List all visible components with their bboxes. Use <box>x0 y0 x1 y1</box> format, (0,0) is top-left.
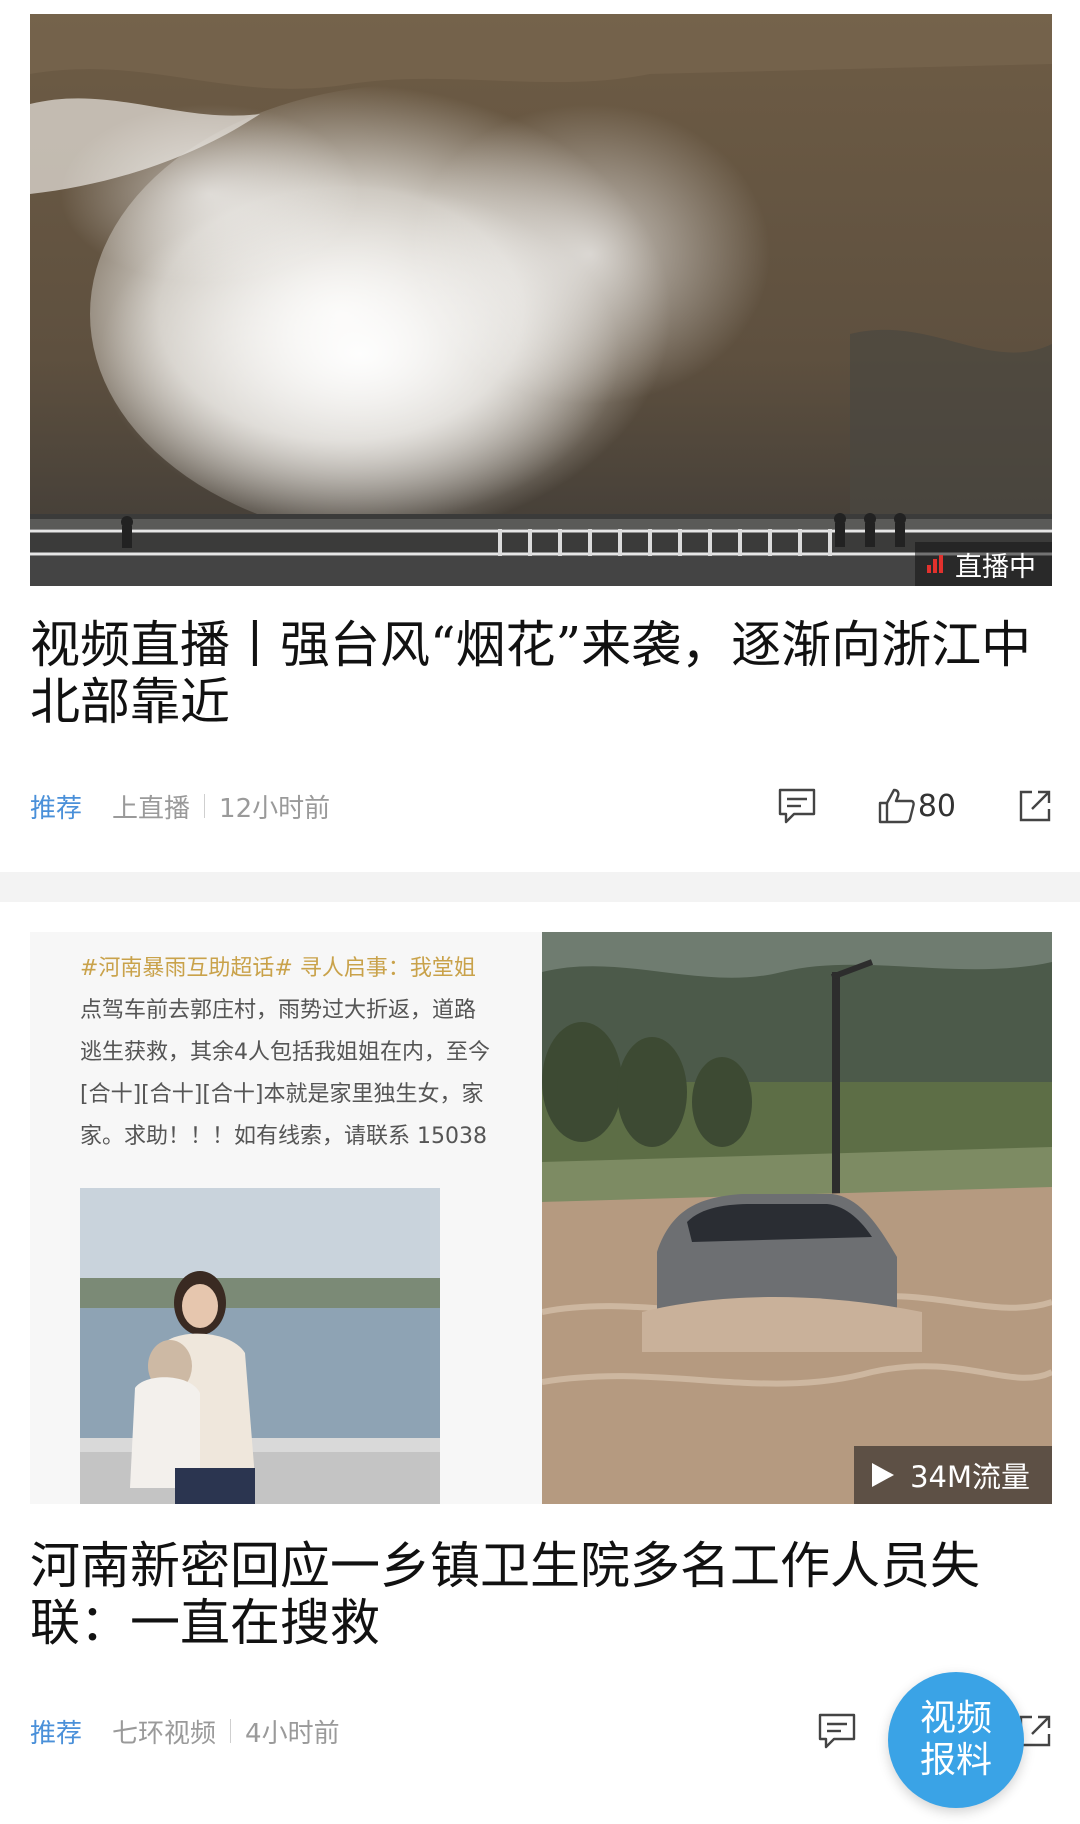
like-icon <box>878 788 915 824</box>
like-count: 80 <box>917 788 956 824</box>
source-name[interactable]: 上直播 <box>112 788 190 825</box>
live-badge: 直播中 <box>915 542 1052 586</box>
video-report-label-line1: 视频 <box>919 1698 992 1739</box>
meta-divider <box>204 794 206 818</box>
comment-icon <box>778 788 816 824</box>
card-separator <box>0 872 1080 902</box>
social-post-screenshot: #河南暴雨互助超话# 寻人启事：我堂姐 点驾车前去郭庄村，雨势过大折返，道路 逃… <box>30 932 542 1504</box>
data-usage-label: 34M流量 <box>910 1460 1030 1494</box>
post-line-4: [合十][合十][合十]本就是家里独生女，家 <box>80 1082 484 1107</box>
share-icon <box>1019 790 1051 822</box>
missing-person-photo <box>80 1188 440 1504</box>
feed-card-1[interactable]: 直播中 视频直播丨强台风“烟花”来袭，逐渐向浙江中北部靠近 推荐 上直播 12小… <box>0 0 1080 872</box>
live-indicator-icon <box>927 555 945 573</box>
play-icon <box>872 1463 895 1487</box>
card-1-actions: 80 <box>778 781 1052 831</box>
post-line-3: 逃生获救，其余4人包括我姐姐在内，至今 <box>80 1040 490 1065</box>
source-name[interactable]: 七环视频 <box>112 1713 216 1750</box>
card-2-video-thumbnail[interactable]: #河南暴雨互助超话# 寻人启事：我堂姐 点驾车前去郭庄村，雨势过大折返，道路 逃… <box>30 932 1052 1504</box>
like-button[interactable]: 80 <box>878 788 956 824</box>
recommend-tag: 推荐 <box>30 793 83 824</box>
share-button[interactable] <box>1018 789 1052 823</box>
flooded-car-video-frame <box>542 932 1052 1504</box>
comment-icon <box>818 1713 856 1749</box>
card-2-headline[interactable]: 河南新密回应一乡镇卫生院多名工作人员失联：一直在搜救 <box>30 1538 1040 1652</box>
meta-divider <box>230 1719 232 1743</box>
card-1-video-thumbnail[interactable]: 直播中 <box>30 14 1052 586</box>
video-report-label-line2: 报料 <box>919 1740 992 1781</box>
publish-time: 4小时前 <box>245 1718 340 1749</box>
card-1-headline[interactable]: 视频直播丨强台风“烟花”来袭，逐渐向浙江中北部靠近 <box>30 617 1040 731</box>
recommend-tag: 推荐 <box>30 1718 83 1749</box>
live-badge-label: 直播中 <box>955 551 1036 583</box>
card-1-meta-bar: 推荐 上直播 12小时前 80 <box>30 781 1052 831</box>
post-line-2: 点驾车前去郭庄村，雨势过大折返，道路 <box>80 998 477 1023</box>
post-line-1: #河南暴雨互助超话# 寻人启事：我堂姐 <box>80 956 476 981</box>
typhoon-waves-image <box>30 14 1052 586</box>
comment-button[interactable] <box>818 1713 856 1749</box>
comment-button[interactable] <box>778 788 816 824</box>
video-report-button[interactable]: 视频 报料 <box>888 1672 1024 1808</box>
post-line-5: 家。求助！！！如有线索，请联系 15038 <box>80 1124 487 1149</box>
publish-time: 12小时前 <box>219 793 331 824</box>
video-info-badge: 34M流量 <box>854 1446 1052 1504</box>
